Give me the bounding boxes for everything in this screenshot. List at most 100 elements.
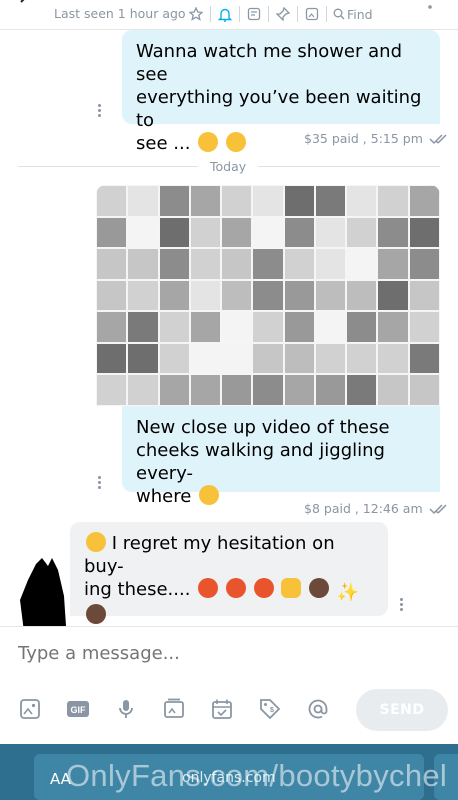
- mosaic-cell: [158, 185, 190, 217]
- mosaic-cell: [408, 185, 440, 217]
- mosaic-cell: [252, 248, 284, 280]
- mosaic-cell: [96, 342, 128, 375]
- mosaic-cell: [189, 342, 222, 375]
- mosaic-cell: [189, 279, 222, 312]
- separator: [297, 6, 298, 22]
- note-icon[interactable]: [244, 5, 264, 23]
- mosaic-cell: [377, 279, 409, 312]
- mosaic-cell: [127, 216, 159, 249]
- mention-icon[interactable]: [306, 697, 330, 721]
- drooling-emoji-icon: [225, 578, 246, 598]
- mosaic-cell: [158, 311, 190, 343]
- mosaic-cell: [127, 311, 159, 343]
- pixelated-image: [96, 185, 440, 406]
- message-composer: GIF $ SEND: [0, 626, 458, 744]
- mosaic-cell: [283, 216, 315, 249]
- mosaic-cell: [377, 311, 409, 343]
- search-icon: [333, 8, 345, 20]
- mosaic-cell: [408, 248, 440, 280]
- gif-label: GIF: [71, 705, 87, 715]
- star-icon[interactable]: [186, 5, 206, 23]
- message-bubble-outgoing: New close up video of these cheeks walki…: [122, 406, 440, 507]
- avatar[interactable]: [16, 556, 68, 634]
- mosaic-cell: [377, 185, 409, 217]
- message-bubble-outgoing: Wanna watch me shower and see everything…: [122, 30, 440, 154]
- drooling-emoji-icon: [253, 578, 274, 598]
- message-text-line: Wanna watch me shower and see: [136, 41, 402, 85]
- mosaic-cell: [283, 311, 315, 343]
- message-text-line: New close up video of these: [136, 417, 390, 438]
- weary-emoji-icon: [86, 532, 106, 552]
- mosaic-cell: [377, 216, 409, 249]
- message-options-icon[interactable]: [98, 476, 102, 490]
- mosaic-cell: [346, 185, 378, 217]
- drooling-emoji-icon: [198, 578, 219, 598]
- mosaic-cell: [158, 216, 190, 249]
- mosaic-cell: [283, 279, 315, 312]
- chat-header: Last seen 1 hour ago Find: [0, 0, 458, 30]
- mosaic-cell: [221, 185, 253, 217]
- mosaic-cell: [408, 374, 440, 406]
- mosaic-cell: [314, 185, 347, 217]
- composer-toolbar: GIF $: [18, 697, 330, 721]
- mosaic-cell: [283, 374, 315, 406]
- mosaic-cell: [377, 374, 409, 406]
- image-icon[interactable]: [302, 5, 322, 23]
- price-tag-icon[interactable]: $: [258, 697, 282, 721]
- mosaic-cell: [189, 374, 222, 406]
- mosaic-cell: [158, 342, 190, 375]
- media-vault-icon[interactable]: [162, 697, 186, 721]
- mosaic-cell: [314, 342, 347, 375]
- mosaic-cell: [221, 311, 253, 343]
- mosaic-cell: [96, 374, 128, 406]
- girl-emoji-icon: [86, 604, 106, 624]
- find-button[interactable]: Find: [333, 7, 373, 22]
- gif-icon[interactable]: GIF: [66, 697, 90, 721]
- mosaic-cell: [127, 248, 159, 280]
- message-options-icon[interactable]: [98, 104, 102, 118]
- mosaic-cell: [96, 311, 128, 343]
- message-text-line: cheeks walking and jiggling every-: [136, 440, 385, 484]
- watermark-text: OnlyFans.com/bootybychel: [66, 758, 448, 793]
- mosaic-cell: [127, 185, 159, 217]
- mosaic-cell: [377, 248, 409, 280]
- sparkles-emoji-icon: ✨: [336, 582, 360, 603]
- send-button[interactable]: SEND: [356, 689, 448, 731]
- message-input[interactable]: [18, 639, 438, 667]
- message-meta: $35 paid , 5:15 pm: [304, 131, 451, 146]
- blurred-media-preview[interactable]: [96, 185, 440, 406]
- mosaic-cell: [221, 279, 253, 312]
- mosaic-cell: [314, 248, 347, 280]
- separator: [326, 6, 327, 22]
- mosaic-cell: [96, 185, 128, 217]
- date-divider-label: Today: [198, 159, 259, 174]
- mosaic-cell: [96, 279, 128, 312]
- schedule-icon[interactable]: [210, 697, 234, 721]
- yum-emoji-icon: [199, 485, 220, 505]
- mosaic-cell: [252, 374, 284, 406]
- message-options-icon[interactable]: [400, 598, 404, 612]
- mosaic-cell: [377, 342, 409, 375]
- mosaic-cell: [346, 248, 378, 280]
- message-text-line: ing these.... ✨: [84, 578, 374, 627]
- back-arrow-icon[interactable]: [18, 0, 32, 10]
- microphone-icon[interactable]: [114, 697, 138, 721]
- svg-text:$: $: [270, 707, 274, 714]
- bell-icon[interactable]: [215, 5, 235, 23]
- mosaic-cell: [252, 216, 284, 249]
- mosaic-cell: [346, 279, 378, 312]
- mosaic-cell: [221, 374, 253, 406]
- mosaic-cell: [158, 248, 190, 280]
- mosaic-cell: [189, 248, 222, 280]
- mosaic-cell: [189, 185, 222, 217]
- mosaic-cell: [408, 279, 440, 312]
- mosaic-cell: [221, 248, 253, 280]
- shushing-emoji-icon: [225, 132, 246, 152]
- pin-icon[interactable]: [273, 5, 293, 23]
- more-options-icon[interactable]: [428, 2, 432, 12]
- mosaic-cell: [314, 311, 347, 343]
- message-text-fragment: where: [136, 486, 192, 507]
- mosaic-cell: [158, 279, 190, 312]
- mosaic-cell: [346, 311, 378, 343]
- image-icon[interactable]: [18, 697, 42, 721]
